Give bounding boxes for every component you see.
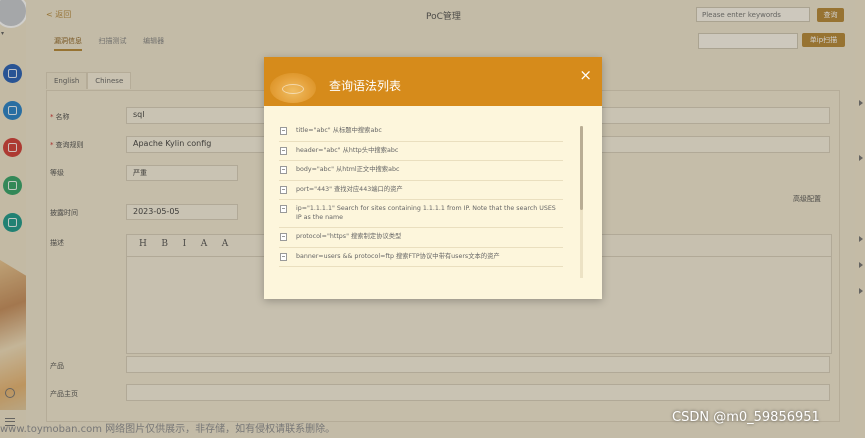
list-item[interactable]: ip="1.1.1.1" Search for sites containing… xyxy=(279,200,563,228)
list-item[interactable]: header="abc" 从http头中搜索abc xyxy=(279,142,563,161)
modal-title: 查询语法列表 xyxy=(329,79,402,93)
document-icon xyxy=(280,166,287,174)
list-item[interactable]: port="443" 查找对应443端口的资产 xyxy=(279,181,563,200)
document-icon xyxy=(280,205,287,213)
modal-body: title="abc" 从标题中搜索abc header="abc" 从http… xyxy=(264,106,602,299)
syntax-list: title="abc" 从标题中搜索abc header="abc" 从http… xyxy=(279,122,563,267)
logo-icon xyxy=(270,73,316,103)
syntax-list-modal: 查询语法列表 × title="abc" 从标题中搜索abc header="a… xyxy=(264,57,602,299)
list-item[interactable]: body="abc" 从html正文中搜索abc xyxy=(279,161,563,181)
watermark-text: www.toymoban.com 网络图片仅供展示，非存储，如有侵权请联系删除。 xyxy=(0,424,336,435)
list-item[interactable]: banner=users && protocol=ftp 搜索FTP协议中带有u… xyxy=(279,248,563,267)
document-icon xyxy=(280,127,287,135)
document-icon xyxy=(280,233,287,241)
document-icon xyxy=(280,146,287,155)
csdn-watermark: CSDN @m0_59856951 xyxy=(672,410,820,425)
list-item[interactable]: title="abc" 从标题中搜索abc xyxy=(279,122,563,142)
modal-header: 查询语法列表 × xyxy=(264,57,602,106)
list-item[interactable]: protocol="https" 搜索制定协议类型 xyxy=(279,228,563,248)
document-icon xyxy=(280,252,287,261)
scrollbar-thumb[interactable] xyxy=(580,126,583,210)
close-icon[interactable]: × xyxy=(579,68,592,83)
document-icon xyxy=(280,185,287,194)
